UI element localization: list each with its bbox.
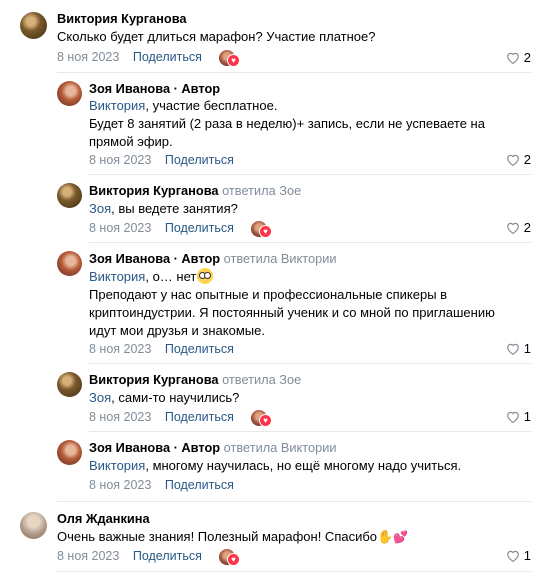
like-button[interactable]: 1 bbox=[506, 548, 531, 564]
like-button[interactable]: 1 bbox=[506, 341, 531, 357]
heart-outline-icon bbox=[506, 550, 519, 562]
comment-text: Виктория, многому научилась, но ещё мног… bbox=[89, 458, 462, 473]
share-link[interactable]: Поделиться bbox=[133, 549, 202, 563]
avatar[interactable] bbox=[20, 12, 47, 39]
comment-author[interactable]: Виктория Курганова bbox=[57, 11, 187, 27]
comment-date[interactable]: 8 ноя 2023 bbox=[57, 549, 119, 563]
liked-by-avatars[interactable]: ♥ bbox=[218, 49, 240, 67]
heart-icon: ♥ bbox=[227, 553, 240, 566]
comment-text: Очень важные знания! Полезный марафон! С… bbox=[57, 529, 409, 544]
like-count: 1 bbox=[523, 409, 531, 424]
divider bbox=[89, 174, 531, 175]
like-count: 2 bbox=[523, 220, 531, 235]
comment-date[interactable]: 8 ноя 2023 bbox=[89, 221, 151, 235]
replied-to[interactable]: ответила Зое bbox=[222, 372, 301, 387]
divider bbox=[89, 431, 531, 432]
comment-author[interactable]: Виктория Курганова ответила Зое bbox=[89, 183, 301, 199]
divider bbox=[89, 242, 531, 243]
comment-text: Зоя, сами-то научились? bbox=[89, 390, 240, 405]
heart-icon: ♥ bbox=[227, 54, 240, 67]
comment-author[interactable]: Оля Жданкина bbox=[57, 511, 150, 527]
avatar[interactable] bbox=[57, 440, 82, 465]
comment-meta: 8 ноя 2023 Поделиться bbox=[89, 477, 234, 493]
avatar[interactable] bbox=[57, 183, 82, 208]
comment-meta: 8 ноя 2023 Поделиться bbox=[89, 220, 234, 236]
comment-text: Виктория, о… нет Преподают у нас опытные… bbox=[89, 268, 495, 338]
comment-author[interactable]: Зоя Иванова · Автор ответила Виктории bbox=[89, 440, 337, 456]
avatar[interactable] bbox=[57, 81, 82, 106]
dizzy-face-emoji-icon bbox=[197, 268, 214, 284]
comment-date[interactable]: 8 ноя 2023 bbox=[89, 410, 151, 424]
comment-date[interactable]: 8 ноя 2023 bbox=[89, 342, 151, 356]
avatar[interactable] bbox=[20, 512, 47, 539]
share-link[interactable]: Поделиться bbox=[165, 342, 234, 356]
share-link[interactable]: Поделиться bbox=[165, 153, 234, 167]
avatar[interactable] bbox=[57, 251, 82, 276]
like-count: 2 bbox=[523, 152, 531, 167]
divider bbox=[89, 363, 531, 364]
liked-by-avatars[interactable]: ♥ bbox=[218, 548, 240, 566]
liked-by-avatars[interactable]: ♥ bbox=[250, 409, 272, 427]
comment-text: Сколько будет длиться марафон? Участие п… bbox=[57, 29, 376, 44]
heart-outline-icon bbox=[506, 343, 519, 355]
comment-meta: 8 ноя 2023 Поделиться bbox=[57, 49, 202, 65]
comment-text: Зоя, вы ведете занятия? bbox=[89, 201, 238, 216]
reply-ref-link[interactable]: Виктория bbox=[89, 98, 145, 113]
reply-ref-link[interactable]: Зоя bbox=[89, 390, 111, 405]
comment-meta: 8 ноя 2023 Поделиться bbox=[89, 341, 234, 357]
like-count: 2 bbox=[523, 50, 531, 65]
heart-icon: ♥ bbox=[259, 225, 272, 238]
replied-to[interactable]: ответила Виктории bbox=[224, 440, 337, 455]
comment-text: Виктория, участие бесплатное. Будет 8 за… bbox=[89, 98, 485, 149]
divider bbox=[57, 501, 531, 502]
comment-date[interactable]: 8 ноя 2023 bbox=[57, 50, 119, 64]
share-link[interactable]: Поделиться bbox=[165, 221, 234, 235]
share-link[interactable]: Поделиться bbox=[165, 410, 234, 424]
comment-date[interactable]: 8 ноя 2023 bbox=[89, 153, 151, 167]
comment-date[interactable]: 8 ноя 2023 bbox=[89, 478, 151, 492]
like-button[interactable]: 2 bbox=[506, 50, 531, 66]
heart-outline-icon bbox=[506, 52, 519, 64]
comment-author[interactable]: Виктория Курганова ответила Зое bbox=[89, 372, 301, 388]
comment-author[interactable]: Зоя Иванова · Автор ответила Виктории bbox=[89, 251, 337, 267]
heart-outline-icon bbox=[506, 222, 519, 234]
like-count: 1 bbox=[523, 548, 531, 563]
comment-author[interactable]: Зоя Иванова · Автор bbox=[89, 81, 220, 97]
two-hearts-emoji-icon: 💕 bbox=[393, 530, 409, 544]
heart-outline-icon bbox=[506, 411, 519, 423]
like-button[interactable]: 2 bbox=[506, 152, 531, 168]
divider bbox=[57, 72, 531, 73]
like-button[interactable]: 2 bbox=[506, 220, 531, 236]
replied-to[interactable]: ответила Зое bbox=[222, 183, 301, 198]
heart-outline-icon bbox=[506, 154, 519, 166]
liked-by-avatars[interactable]: ♥ bbox=[250, 220, 272, 238]
share-link[interactable]: Поделиться bbox=[165, 478, 234, 492]
comment-meta: 8 ноя 2023 Поделиться bbox=[89, 409, 234, 425]
share-link[interactable]: Поделиться bbox=[133, 50, 202, 64]
reply-ref-link[interactable]: Виктория bbox=[89, 269, 145, 284]
reply-ref-link[interactable]: Зоя bbox=[89, 201, 111, 216]
like-button[interactable]: 1 bbox=[506, 409, 531, 425]
avatar[interactable] bbox=[57, 372, 82, 397]
reply-ref-link[interactable]: Виктория bbox=[89, 458, 145, 473]
like-count: 1 bbox=[523, 341, 531, 356]
pray-emoji-icon: ✋ bbox=[377, 529, 394, 544]
replied-to[interactable]: ответила Виктории bbox=[224, 251, 337, 266]
divider bbox=[57, 571, 531, 572]
heart-icon: ♥ bbox=[259, 414, 272, 427]
comment-meta: 8 ноя 2023 Поделиться bbox=[89, 152, 234, 168]
comment-meta: 8 ноя 2023 Поделиться bbox=[57, 548, 202, 564]
